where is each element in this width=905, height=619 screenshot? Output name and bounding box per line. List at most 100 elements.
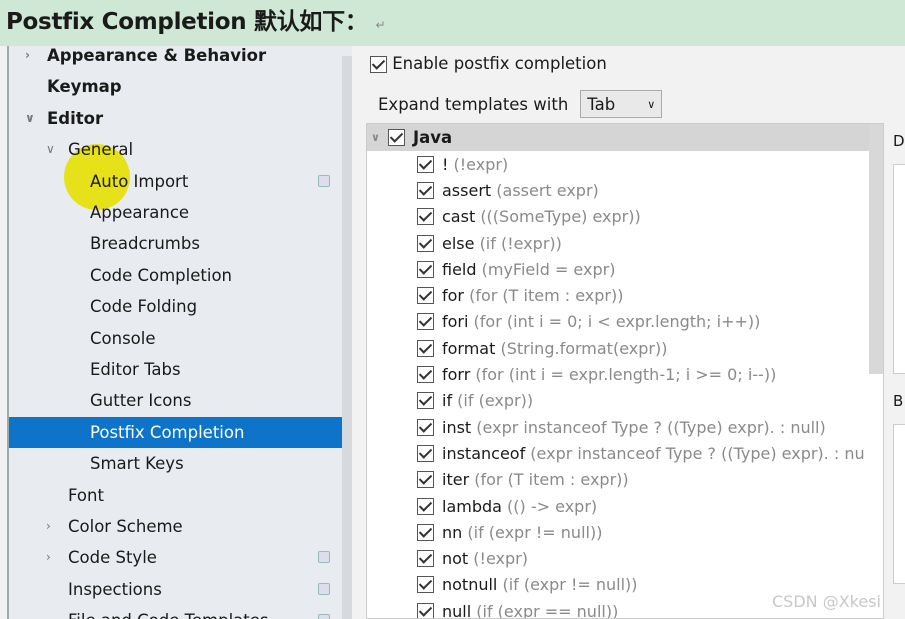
sidebar-item-label: Code Style xyxy=(68,548,157,568)
checkbox-icon[interactable] xyxy=(417,287,434,305)
template-row[interactable]: fori (for (int i = 0; i < expr.length; i… xyxy=(367,309,883,335)
group-java[interactable]: ∨ Java xyxy=(367,124,883,151)
checkbox-icon[interactable] xyxy=(417,366,434,384)
chevron-right-icon[interactable]: › xyxy=(46,511,51,542)
template-row[interactable]: inst (expr instanceof Type ? ((Type) exp… xyxy=(367,414,883,440)
sidebar-item[interactable]: Keymap xyxy=(9,71,352,102)
template-row[interactable]: lambda (() -> expr) xyxy=(367,493,883,519)
before-label: B xyxy=(893,392,904,410)
template-desc: (for (int i = 0; i < expr.length; i++)) xyxy=(473,312,761,332)
sidebar-item[interactable]: Gutter Icons xyxy=(9,385,352,416)
sidebar-item[interactable]: › Appearance & Behavior xyxy=(9,46,352,71)
checkbox-icon[interactable] xyxy=(417,260,434,278)
template-key: if xyxy=(442,391,453,411)
template-desc: (!expr) xyxy=(473,549,528,569)
chevron-right-icon[interactable]: › xyxy=(46,542,51,573)
enable-label: Enable postfix completion xyxy=(392,54,607,73)
templates-tree: ∨ Java ! (!expr) assert (assert expr) cast … xyxy=(366,123,884,619)
template-row[interactable]: for (for (T item : expr)) xyxy=(367,282,883,308)
sidebar-item[interactable]: Inspections xyxy=(9,574,352,605)
template-key: instanceof xyxy=(442,443,526,463)
template-row[interactable]: ! (!expr) xyxy=(367,151,883,177)
sidebar-item-label: Smart Keys xyxy=(90,454,184,474)
sidebar-item[interactable]: ∨ General xyxy=(9,134,352,165)
template-row[interactable]: forr (for (int i = expr.length-1; i >= 0… xyxy=(367,361,883,387)
template-desc: (!expr) xyxy=(453,154,509,174)
checkbox-icon[interactable] xyxy=(417,550,434,568)
template-desc: (expr instanceof Type ? ((Type) expr). :… xyxy=(476,417,826,437)
sidebar-item-label: Inspections xyxy=(68,579,162,599)
sidebar-item[interactable]: Font xyxy=(9,480,352,511)
template-row[interactable]: else (if (!expr)) xyxy=(367,230,883,256)
checkbox-icon[interactable] xyxy=(417,418,434,436)
sidebar-item[interactable]: › Code Style xyxy=(9,542,352,573)
sidebar-item[interactable]: Breadcrumbs xyxy=(9,228,352,259)
template-desc: (myField = expr) xyxy=(481,259,616,279)
checkbox-icon[interactable] xyxy=(417,602,434,618)
sidebar-item[interactable]: File and Code Templates xyxy=(9,605,352,619)
template-row[interactable]: assert (assert expr) xyxy=(367,177,883,203)
return-mark: ↵ xyxy=(375,18,386,32)
sidebar-scrollbar[interactable] xyxy=(342,56,352,619)
template-row[interactable]: format (String.format(expr)) xyxy=(367,335,883,361)
checkbox-icon[interactable] xyxy=(417,313,434,331)
checkbox-icon[interactable] xyxy=(417,234,434,252)
template-desc: (((SomeType) expr)) xyxy=(480,207,641,227)
checkbox-icon[interactable] xyxy=(387,129,405,146)
template-row[interactable]: cast (((SomeType) expr)) xyxy=(367,204,883,230)
template-row[interactable]: if (if (expr)) xyxy=(367,388,883,414)
template-desc: (if (expr != null)) xyxy=(467,522,603,542)
project-scope-icon xyxy=(318,582,330,595)
sidebar-item-label: Console xyxy=(90,328,156,348)
template-key: cast xyxy=(442,207,476,227)
sidebar-item-label: File and Code Templates xyxy=(68,605,269,619)
checkbox-icon[interactable] xyxy=(417,181,434,199)
sidebar-item[interactable]: › Color Scheme xyxy=(9,511,352,542)
chevron-down-icon[interactable]: ∨ xyxy=(371,131,380,144)
tree-scrollbar[interactable] xyxy=(869,124,883,374)
template-key: else xyxy=(442,233,475,253)
chevron-right-icon[interactable]: › xyxy=(25,46,30,71)
checkbox-icon[interactable] xyxy=(417,155,434,173)
sidebar-item[interactable]: Code Completion xyxy=(9,260,352,291)
checkbox-icon[interactable] xyxy=(417,497,434,515)
checkbox-icon[interactable] xyxy=(417,523,434,541)
checkbox-icon[interactable] xyxy=(417,444,434,462)
checkbox-icon[interactable] xyxy=(417,208,434,226)
template-row[interactable]: iter (for (T item : expr)) xyxy=(367,467,883,493)
checkbox-icon[interactable] xyxy=(417,392,434,410)
template-key: ! xyxy=(442,154,449,174)
sidebar-item[interactable]: Console xyxy=(9,323,352,354)
checkbox-icon[interactable] xyxy=(417,471,434,489)
checkbox-icon[interactable] xyxy=(417,339,434,357)
sidebar-item[interactable]: Editor Tabs xyxy=(9,354,352,385)
template-desc: (if (expr != null)) xyxy=(502,575,638,595)
template-key: field xyxy=(442,259,477,279)
chevron-down-icon[interactable]: ∨ xyxy=(25,103,35,134)
sidebar-item[interactable]: Smart Keys xyxy=(9,448,352,479)
template-row[interactable]: nn (if (expr != null)) xyxy=(367,519,883,545)
chevron-down-icon[interactable]: ∨ xyxy=(46,134,55,165)
sidebar-item[interactable]: Auto Import xyxy=(9,166,352,197)
template-key: not xyxy=(442,549,469,569)
template-key: iter xyxy=(442,470,470,490)
sidebar-item[interactable]: Postfix Completion xyxy=(9,416,352,448)
template-key: notnull xyxy=(442,575,498,595)
sidebar-item-label: Code Folding xyxy=(90,297,198,317)
checkbox-icon[interactable] xyxy=(370,56,387,73)
template-desc: (assert expr) xyxy=(496,180,599,200)
description-label: D xyxy=(893,132,905,150)
template-row[interactable]: instanceof (expr instanceof Type ? ((Typ… xyxy=(367,440,883,466)
expand-key-select[interactable]: Tab ∨ xyxy=(580,90,663,118)
chevron-down-icon: ∨ xyxy=(647,97,656,111)
template-key: null xyxy=(442,601,472,619)
template-row[interactable]: not (!expr) xyxy=(367,545,883,571)
template-desc: (String.format(expr)) xyxy=(500,338,668,358)
template-row[interactable]: field (myField = expr) xyxy=(367,256,883,282)
checkbox-icon[interactable] xyxy=(417,576,434,594)
enable-postfix-checkbox[interactable]: Enable postfix completion xyxy=(370,54,607,73)
sidebar-item-label: Editor Tabs xyxy=(90,360,181,379)
sidebar-item[interactable]: ∨ Editor xyxy=(9,103,352,134)
sidebar-item[interactable]: Appearance xyxy=(9,197,352,228)
sidebar-item[interactable]: Code Folding xyxy=(9,291,352,322)
